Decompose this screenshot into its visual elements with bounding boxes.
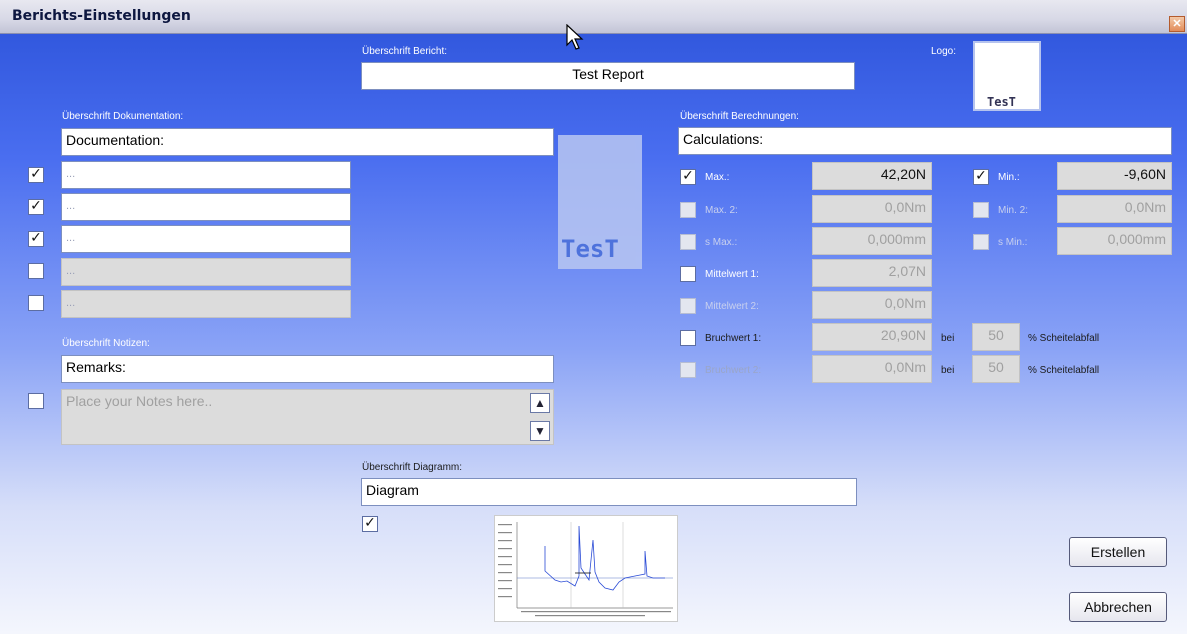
diagram-checkbox[interactable]: ✓ — [362, 516, 378, 532]
max2-label: Max. 2: — [705, 205, 738, 216]
max2-checkbox[interactable] — [680, 202, 696, 218]
smin-value: 0,000mm — [1057, 227, 1172, 255]
scroll-up-icon[interactable]: ▲ — [530, 393, 550, 413]
documentation-heading-input[interactable]: Documentation: — [61, 128, 554, 156]
mean1-checkbox[interactable] — [680, 266, 696, 282]
doc-item-2-input[interactable]: ... — [61, 193, 351, 221]
watermark-logo: TesT — [558, 135, 642, 269]
doc-item-3-input[interactable]: ... — [61, 225, 351, 253]
calculations-heading-label: Überschrift Berechnungen: — [680, 111, 799, 122]
mean2-label: Mittelwert 2: — [705, 301, 759, 312]
scroll-down-icon[interactable]: ▼ — [530, 421, 550, 441]
break2-pct-input[interactable]: 50 — [972, 355, 1020, 383]
mouse-cursor-icon — [566, 24, 584, 50]
min2-label: Min. 2: — [998, 205, 1029, 216]
diagram-thumbnail — [494, 515, 678, 622]
watermark-logo-text: TesT — [561, 235, 619, 263]
create-button[interactable]: Erstellen — [1069, 537, 1167, 567]
break1-value: 20,90N — [812, 323, 932, 351]
title-bar: Berichts-Einstellungen ✕ — [0, 0, 1187, 34]
calculations-heading-input[interactable]: Calculations: — [678, 127, 1172, 155]
max-value: 42,20N — [812, 162, 932, 190]
break2-suffix: % Scheitelabfall — [1028, 365, 1100, 376]
min-value: -9,60N — [1057, 162, 1172, 190]
break1-checkbox[interactable] — [680, 330, 696, 346]
documentation-heading-label: Überschrift Dokumentation: — [62, 111, 184, 122]
max2-value: 0,0Nm — [812, 195, 932, 223]
mean2-checkbox[interactable] — [680, 298, 696, 314]
min2-value: 0,0Nm — [1057, 195, 1172, 223]
report-settings-window: Berichts-Einstellungen ✕ Überschrift Ber… — [0, 0, 1187, 634]
mean2-value: 0,0Nm — [812, 291, 932, 319]
doc-item-4-input[interactable]: ... — [61, 258, 351, 286]
doc-item-4-checkbox[interactable] — [28, 263, 44, 279]
logo-box[interactable]: TesT — [973, 41, 1041, 111]
break2-bei-label: bei — [941, 365, 955, 376]
max-checkbox[interactable]: ✓ — [680, 169, 696, 185]
break1-bei-label: bei — [941, 333, 955, 344]
cancel-button[interactable]: Abbrechen — [1069, 592, 1167, 622]
smax-value: 0,000mm — [812, 227, 932, 255]
mean1-label: Mittelwert 1: — [705, 269, 759, 280]
doc-item-2-checkbox[interactable]: ✓ — [28, 199, 44, 215]
min2-checkbox[interactable] — [973, 202, 989, 218]
diagram-heading-label: Überschrift Diagramm: — [362, 462, 463, 473]
break2-label: Bruchwert 2: — [705, 365, 762, 376]
notes-heading-label: Überschrift Notizen: — [62, 338, 150, 349]
notes-textarea[interactable]: Place your Notes here.. — [61, 389, 554, 445]
window-title: Berichts-Einstellungen — [12, 8, 191, 24]
logo-text: TesT — [987, 95, 1016, 109]
report-heading-input[interactable]: Test Report — [361, 62, 855, 90]
close-icon[interactable]: ✕ — [1169, 16, 1185, 32]
notes-heading-input[interactable]: Remarks: — [61, 355, 554, 383]
break1-label: Bruchwert 1: — [705, 333, 762, 344]
smax-checkbox[interactable] — [680, 234, 696, 250]
diagram-thumbnail-plot — [495, 516, 677, 621]
smax-label: s Max.: — [705, 237, 738, 248]
doc-item-5-input[interactable]: ... — [61, 290, 351, 318]
break2-checkbox[interactable] — [680, 362, 696, 378]
min-label: Min.: — [998, 172, 1020, 183]
mean1-value: 2,07N — [812, 259, 932, 287]
diagram-heading-input[interactable]: Diagram — [361, 478, 857, 506]
max-label: Max.: — [705, 172, 730, 183]
break1-pct-input[interactable]: 50 — [972, 323, 1020, 351]
min-checkbox[interactable]: ✓ — [973, 169, 989, 185]
report-heading-label: Überschrift Bericht: — [362, 46, 448, 57]
smin-checkbox[interactable] — [973, 234, 989, 250]
doc-item-3-checkbox[interactable]: ✓ — [28, 231, 44, 247]
doc-item-5-checkbox[interactable] — [28, 295, 44, 311]
doc-item-1-checkbox[interactable]: ✓ — [28, 167, 44, 183]
notes-checkbox[interactable] — [28, 393, 44, 409]
smin-label: s Min.: — [998, 237, 1028, 248]
break2-value: 0,0Nm — [812, 355, 932, 383]
break1-suffix: % Scheitelabfall — [1028, 333, 1100, 344]
doc-item-1-input[interactable]: ... — [61, 161, 351, 189]
logo-label: Logo: — [931, 46, 957, 57]
